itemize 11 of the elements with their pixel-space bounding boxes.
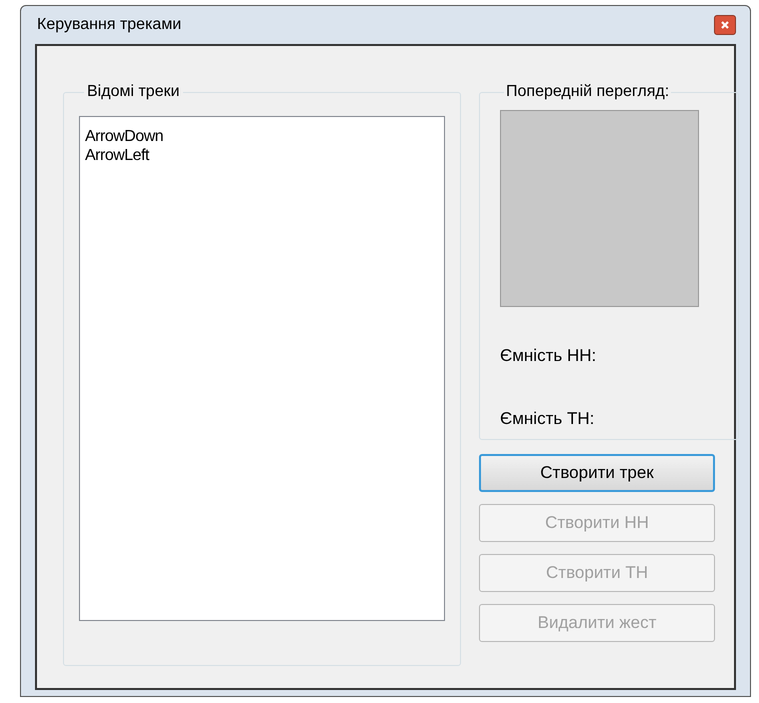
action-button[interactable]: Створити трек xyxy=(479,454,715,492)
track-list[interactable]: ArrowDown ArrowLeft xyxy=(79,116,445,621)
field-label: Ємність НН: xyxy=(500,345,598,367)
group-label: Відомі треки xyxy=(86,82,181,102)
window-title: Керування треками xyxy=(36,15,182,35)
group-label: Попередній перегляд: xyxy=(505,82,670,102)
list-item[interactable]: ArrowLeft xyxy=(85,146,439,165)
field-label: Ємність ТН: xyxy=(500,408,596,430)
close-button[interactable] xyxy=(714,15,736,35)
close-icon xyxy=(720,20,730,30)
list-item[interactable]: ArrowDown xyxy=(85,127,439,146)
